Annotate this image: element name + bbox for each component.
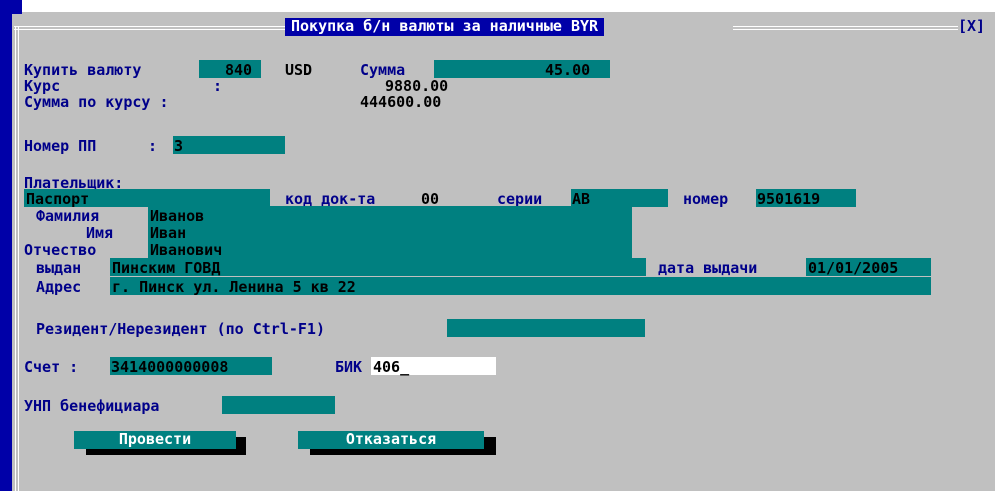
buy-currency-label: Купить валюту: [24, 61, 142, 79]
dos-form-window: Покупка б/н валюты за наличные BYR [X] К…: [0, 0, 995, 491]
lastname-value: Иванов: [150, 207, 205, 225]
number-label: номер: [683, 190, 729, 208]
frame-left-outer: [15, 26, 16, 491]
pp-colon: :: [148, 137, 158, 155]
account-value: 3414000000008: [111, 358, 229, 376]
rate-colon: :: [213, 77, 223, 95]
lastname-label: Фамилия: [36, 207, 100, 225]
doc-type-value: Паспорт: [26, 190, 90, 208]
issue-date-value: 01/01/2005: [808, 259, 899, 277]
rate-value: 9880.00: [385, 77, 449, 95]
sum-rate-label: Сумма по курсу :: [24, 93, 169, 111]
rate-label: Курс: [24, 77, 61, 95]
close-icon[interactable]: [X]: [958, 18, 985, 34]
currency-code-value: 840: [225, 61, 253, 79]
address-label: Адрес: [36, 278, 82, 296]
doc-code-value: 00: [421, 190, 440, 208]
series-value: АВ: [572, 190, 591, 208]
firstname-label: Имя: [86, 224, 114, 242]
lastname-field[interactable]: [148, 206, 632, 224]
account-label: Счет :: [24, 358, 79, 376]
pp-field[interactable]: [173, 136, 285, 154]
frame-left-inner: [18, 26, 19, 491]
firstname-value: Иван: [150, 224, 187, 242]
amount-label: Сумма: [360, 61, 406, 79]
bik-label: БИК: [335, 358, 363, 376]
issued-value: Пинским ГОВД: [112, 259, 221, 277]
cancel-button[interactable]: Отказаться: [298, 431, 484, 449]
patronymic-label: Отчество: [24, 241, 97, 259]
pp-label: Номер ПП: [24, 137, 97, 155]
currency-iso: USD: [285, 61, 313, 79]
series-label: серии: [497, 190, 543, 208]
submit-button-shadow-side: [236, 437, 246, 455]
patronymic-value: Иванович: [150, 241, 223, 259]
submit-button[interactable]: Провести: [74, 431, 236, 449]
firstname-field[interactable]: [148, 223, 632, 241]
cancel-button-shadow-side: [484, 437, 496, 455]
unp-label: УНП бенефициара: [24, 397, 160, 415]
address-value: г. Пинск ул. Ленина 5 кв 22: [112, 278, 356, 296]
resident-label: Резидент/Нерезидент (по Ctrl-F1): [36, 320, 325, 338]
left-blue-notch: [12, 0, 22, 14]
window-title: Покупка б/н валюты за наличные BYR: [285, 18, 605, 36]
number-value: 9501619: [757, 190, 821, 208]
amount-value: 45.00: [545, 61, 591, 79]
left-blue-bar: [0, 0, 12, 491]
resident-field[interactable]: [447, 319, 645, 337]
sum-rate-value: 444600.00: [360, 93, 442, 111]
top-band: [12, 0, 995, 12]
pp-value: 3: [174, 137, 184, 155]
issue-date-label: дата выдачи: [658, 259, 758, 277]
unp-field[interactable]: [222, 396, 335, 414]
frame-top-left: [14, 26, 285, 30]
bik-value: 406_: [373, 358, 410, 376]
doc-code-label: код док-та: [285, 190, 376, 208]
frame-top-right: [733, 26, 958, 30]
issued-label: выдан: [36, 259, 82, 277]
